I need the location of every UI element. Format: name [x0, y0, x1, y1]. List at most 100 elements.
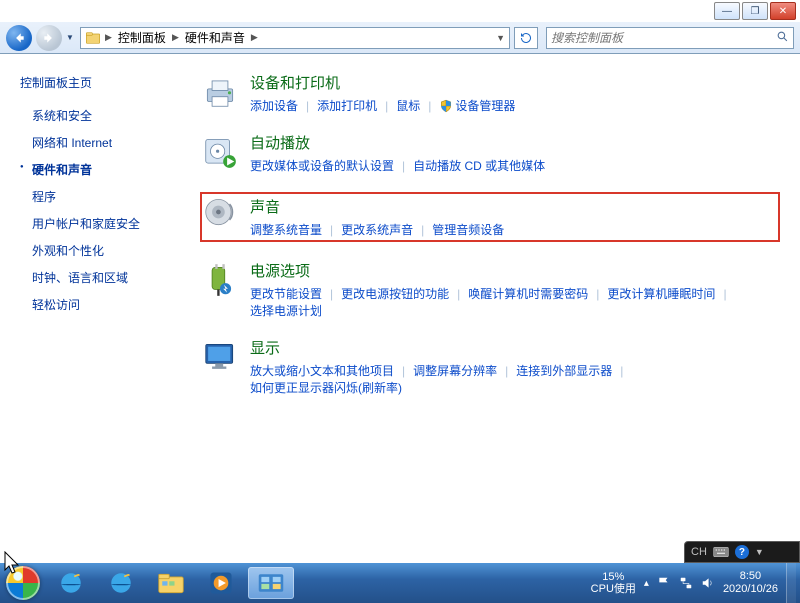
toolbar: ▼ ▶ 控制面板 ▶ 硬件和声音 ▶ ▼ [0, 22, 800, 54]
breadcrumb-item[interactable]: 控制面板 [116, 29, 168, 46]
link-divider: | [402, 364, 405, 378]
windows-logo-icon [6, 566, 40, 600]
category-title[interactable]: 电源选项 [250, 260, 780, 281]
power-icon [200, 260, 240, 300]
network-icon[interactable] [679, 576, 693, 590]
category-links: 更改媒体或设备的默认设置 | 自动播放 CD 或其他媒体 [250, 157, 545, 174]
play-icon [208, 570, 234, 596]
forward-arrow-icon [42, 31, 56, 45]
sound-icon [200, 192, 240, 232]
task-link[interactable]: 选择电源计划 [250, 302, 322, 319]
nav-history-dropdown[interactable]: ▼ [66, 33, 76, 42]
category-links: 更改节能设置|更改电源按钮的功能|唤醒计算机时需要密码|更改计算机睡眠时间|选择… [250, 285, 780, 319]
task-link[interactable]: 更改电源按钮的功能 [341, 285, 449, 302]
link-divider: | [723, 287, 726, 301]
maximize-button[interactable]: ❐ [742, 2, 768, 20]
sidebar: 控制面板主页 系统和安全网络和 Internet 硬件和声音程序用户帐户和家庭安全… [0, 54, 200, 563]
refresh-button[interactable] [514, 27, 538, 49]
main-panel: 设备和打印机添加设备 | 添加打印机 | 鼠标 | 设备管理器自动播放更改媒体或设备的默认设… [200, 54, 800, 563]
breadcrumb-item[interactable]: 硬件和声音 [183, 29, 247, 46]
task-link[interactable]: 更改系统声音 [341, 221, 413, 238]
task-link[interactable]: 更改计算机睡眠时间 [607, 285, 715, 302]
task-link[interactable]: 鼠标 [396, 97, 420, 114]
help-icon[interactable]: ? [735, 545, 749, 559]
search-box[interactable] [546, 27, 794, 49]
cpu-meter[interactable]: 15% CPU使用 [591, 571, 636, 595]
flag-icon[interactable] [657, 576, 671, 590]
task-link[interactable]: 更改节能设置 [250, 285, 322, 302]
task-link[interactable]: 设备管理器 [439, 97, 515, 114]
category-links: 添加设备|添加打印机|鼠标|设备管理器 [250, 97, 515, 114]
show-desktop-button[interactable] [786, 563, 796, 603]
sidebar-item[interactable]: 外观和个性化 [20, 242, 200, 259]
address-bar[interactable]: ▶ 控制面板 ▶ 硬件和声音 ▶ ▼ [80, 27, 510, 49]
link-divider: | [428, 99, 431, 113]
minimize-button[interactable]: — [714, 2, 740, 20]
category-section: 自动播放更改媒体或设备的默认设置 | 自动播放 CD 或其他媒体 [200, 132, 780, 174]
taskbar-ie-a[interactable] [48, 567, 94, 599]
task-link[interactable]: 调整屏幕分辨率 [413, 362, 497, 379]
taskbar: 15% CPU使用 ▴ 8:50 2020/10/26 [0, 563, 800, 603]
sidebar-item[interactable]: 时钟、语言和区域 [20, 269, 200, 286]
taskbar-ie-b[interactable] [98, 567, 144, 599]
sidebar-item[interactable]: 程序 [20, 188, 200, 205]
clock[interactable]: 8:50 2020/10/26 [723, 570, 778, 596]
task-link[interactable]: 连接到外部显示器 [516, 362, 612, 379]
shield-icon [439, 99, 453, 113]
volume-icon[interactable] [701, 576, 715, 590]
taskbar-media-player[interactable] [198, 567, 244, 599]
sidebar-item[interactable]: 系统和安全 [20, 107, 200, 124]
back-button[interactable] [6, 25, 32, 51]
category-links: 放大或缩小文本和其他项目|调整屏幕分辨率|连接到外部显示器|如何更正显示器闪烁(… [250, 362, 780, 396]
chevron-down-icon[interactable]: ▼ [496, 33, 505, 43]
chevron-right-icon: ▶ [172, 32, 179, 43]
sidebar-item[interactable]: 硬件和声音 [20, 161, 200, 178]
display-icon [200, 337, 240, 377]
sidebar-item[interactable]: 网络和 Internet [20, 134, 200, 151]
task-link[interactable]: 更改媒体或设备的默认设置 [250, 157, 394, 174]
ie-icon [58, 570, 84, 596]
task-link[interactable]: 调整系统音量 [250, 221, 322, 238]
category-links: 调整系统音量 | 更改系统声音 | 管理音频设备 [250, 221, 504, 238]
sidebar-item[interactable]: 轻松访问 [20, 296, 200, 313]
task-link[interactable]: 放大或缩小文本和其他项目 [250, 362, 394, 379]
cpu-percent: 15% [591, 571, 636, 583]
taskbar-explorer[interactable] [148, 567, 194, 599]
category-title[interactable]: 声音 [250, 196, 504, 217]
category-title[interactable]: 显示 [250, 337, 780, 358]
keyboard-icon [713, 546, 729, 558]
cpu-label: CPU使用 [591, 583, 636, 595]
link-divider: | [421, 223, 424, 237]
category-section: 电源选项更改节能设置|更改电源按钮的功能|唤醒计算机时需要密码|更改计算机睡眠时… [200, 260, 780, 319]
clock-date: 2020/10/26 [723, 583, 778, 596]
link-divider: | [306, 99, 309, 113]
tray-expand-icon[interactable]: ▴ [644, 578, 649, 589]
task-link[interactable]: 唤醒计算机时需要密码 [468, 285, 588, 302]
category-title[interactable]: 自动播放 [250, 132, 545, 153]
task-link[interactable]: 自动播放 CD 或其他媒体 [413, 157, 545, 174]
link-divider: | [402, 159, 405, 173]
link-divider: | [330, 223, 333, 237]
minimize-icon: — [722, 6, 732, 17]
task-link[interactable]: 添加设备 [250, 97, 298, 114]
link-divider: | [330, 287, 333, 301]
task-link[interactable]: 管理音频设备 [432, 221, 504, 238]
link-divider: | [505, 364, 508, 378]
category-section: 声音调整系统音量 | 更改系统声音 | 管理音频设备 [200, 192, 780, 242]
system-tray: 15% CPU使用 ▴ 8:50 2020/10/26 [591, 563, 800, 603]
category-section: 设备和打印机添加设备|添加打印机|鼠标|设备管理器 [200, 72, 780, 114]
autoplay-icon [200, 132, 240, 172]
task-link[interactable]: 如何更正显示器闪烁(刷新率) [250, 379, 402, 396]
language-bar[interactable]: CH ? ▼ [684, 541, 800, 563]
control-panel-icon [257, 572, 285, 594]
chevron-down-icon[interactable]: ▼ [755, 547, 764, 557]
control-panel-home-link[interactable]: 控制面板主页 [20, 74, 200, 91]
task-link[interactable]: 添加打印机 [317, 97, 377, 114]
category-section: 显示放大或缩小文本和其他项目|调整屏幕分辨率|连接到外部显示器|如何更正显示器闪… [200, 337, 780, 396]
start-button[interactable] [0, 563, 46, 603]
close-button[interactable]: ✕ [770, 2, 796, 20]
taskbar-control-panel[interactable] [248, 567, 294, 599]
category-title[interactable]: 设备和打印机 [250, 72, 515, 93]
search-input[interactable] [551, 31, 776, 45]
sidebar-item[interactable]: 用户帐户和家庭安全 [20, 215, 200, 232]
